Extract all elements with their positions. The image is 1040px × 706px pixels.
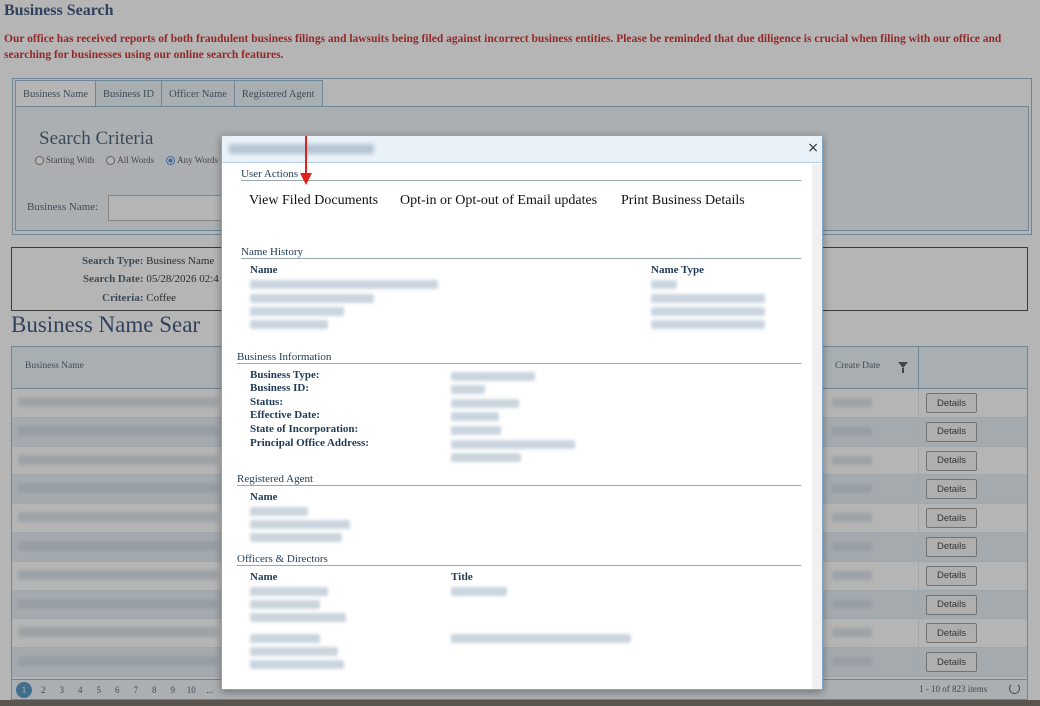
divider <box>241 180 801 181</box>
modal-title-redacted <box>229 144 374 154</box>
redacted-text <box>651 320 765 329</box>
redacted-text <box>651 307 765 316</box>
redacted-text <box>451 634 631 643</box>
modal-header: × <box>222 136 822 163</box>
divider <box>237 485 801 486</box>
officer-name-header: Name <box>250 571 278 583</box>
business-details-modal: × User Actions View Filed Documents Opt-… <box>221 135 823 690</box>
business-type-label: Business Type: <box>250 369 320 381</box>
redacted-text <box>451 399 519 408</box>
redacted-text <box>451 453 521 462</box>
name-column-header: Name <box>250 264 278 276</box>
redacted-text <box>651 294 765 303</box>
redacted-text <box>451 587 507 596</box>
redacted-text <box>451 385 485 394</box>
divider <box>237 565 801 566</box>
redacted-text <box>250 600 320 609</box>
email-updates-link[interactable]: Opt-in or Opt-out of Email updates <box>400 193 597 209</box>
registered-agent-heading: Registered Agent <box>237 473 314 485</box>
redacted-text <box>250 320 328 329</box>
annotation-arrow <box>305 136 307 173</box>
redacted-text <box>250 507 308 516</box>
name-type-column-header: Name Type <box>651 264 705 276</box>
redacted-text <box>451 426 501 435</box>
close-icon[interactable]: × <box>807 141 819 155</box>
redacted-text <box>250 533 342 542</box>
redacted-text <box>250 280 438 289</box>
redacted-text <box>250 613 346 622</box>
officers-heading: Officers & Directors <box>237 553 328 565</box>
officer-title-header: Title <box>451 571 473 583</box>
agent-name-header: Name <box>250 491 278 503</box>
business-info-heading: Business Information <box>237 351 332 363</box>
name-history-heading: Name History <box>241 246 304 258</box>
print-details-link[interactable]: Print Business Details <box>621 193 745 209</box>
annotation-arrow-head <box>300 173 312 185</box>
business-id-label: Business ID: <box>250 382 309 394</box>
redacted-text <box>451 372 535 381</box>
redacted-text <box>250 294 374 303</box>
redacted-text <box>250 660 344 669</box>
redacted-text <box>250 587 328 596</box>
redacted-text <box>250 520 350 529</box>
redacted-text <box>651 280 677 289</box>
redacted-text <box>451 440 575 449</box>
status-label: Status: <box>250 396 284 408</box>
user-actions-heading: User Actions <box>241 168 299 180</box>
state-of-incorporation-label: State of Incorporation: <box>250 423 359 435</box>
principal-office-address-label: Principal Office Address: <box>250 437 369 449</box>
view-filed-documents-link[interactable]: View Filed Documents <box>249 193 378 209</box>
modal-body: User Actions View Filed Documents Opt-in… <box>222 164 822 689</box>
redacted-text <box>250 647 338 656</box>
redacted-text <box>250 634 320 643</box>
divider <box>237 363 801 364</box>
effective-date-label: Effective Date: <box>250 409 320 421</box>
divider <box>241 258 801 259</box>
redacted-text <box>250 307 344 316</box>
redacted-text <box>451 412 499 421</box>
